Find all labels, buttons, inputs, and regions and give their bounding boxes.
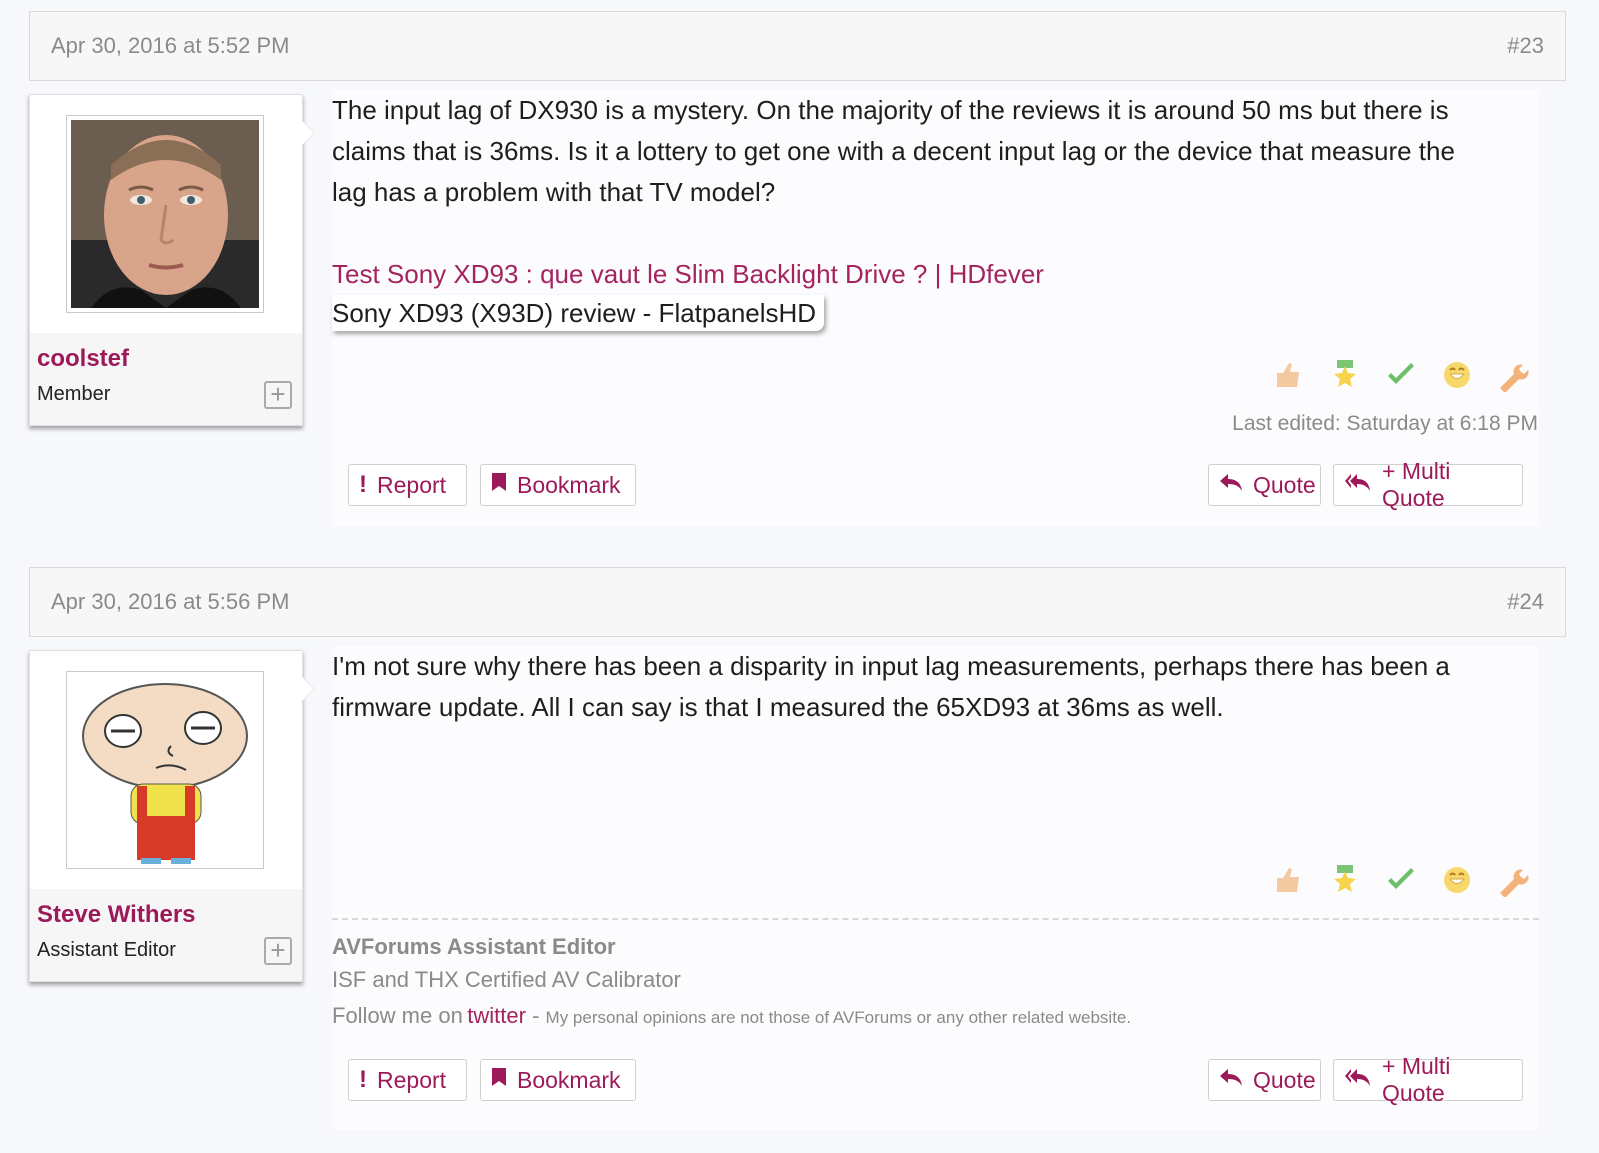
thumbs-up-icon[interactable] xyxy=(1271,357,1307,393)
signature-line: ISF and THX Certified AV Calibrator xyxy=(332,967,681,992)
report-button[interactable]: ! Report xyxy=(348,1059,467,1101)
report-label: Report xyxy=(377,471,447,498)
follow-prefix: Follow me on xyxy=(332,1003,463,1028)
bookmark-icon xyxy=(491,471,507,499)
quote-label: Quote xyxy=(1253,471,1316,498)
hdfever-link[interactable]: Test Sony XD93 : que vaut le Slim Backli… xyxy=(332,254,1539,295)
multi-quote-label: + Multi Quote xyxy=(1382,1053,1451,1106)
expand-user-button[interactable]: + xyxy=(264,381,292,409)
checkmark-icon[interactable] xyxy=(1383,862,1419,898)
wrench-icon[interactable] xyxy=(1495,862,1531,898)
checkmark-icon[interactable] xyxy=(1383,357,1419,393)
message-line: I'm not sure why there has been a dispar… xyxy=(332,651,1450,681)
message-line: lag has a problem with that TV model? xyxy=(332,177,776,207)
reaction-bar xyxy=(1271,862,1531,898)
bookmark-icon xyxy=(491,1066,507,1094)
reaction-bar xyxy=(1271,357,1531,393)
report-button[interactable]: ! Report xyxy=(348,464,467,506)
flatpanelshd-link[interactable]: Sony XD93 (X93D) review - FlatpanelsHD xyxy=(332,295,825,331)
follow-dash: - xyxy=(525,1003,546,1028)
bookmark-label: Bookmark xyxy=(517,471,621,498)
post-date[interactable]: Apr 30, 2016 at 5:56 PM xyxy=(51,589,290,615)
card-notch xyxy=(302,121,314,145)
last-edited: Last edited: Saturday at 6:18 PM xyxy=(1232,412,1538,435)
signature: AVForums Assistant Editor ISF and THX Ce… xyxy=(332,932,1539,1037)
quote-button[interactable]: Quote xyxy=(1208,1059,1321,1101)
post-number[interactable]: #23 xyxy=(1507,33,1544,59)
multi-quote-button[interactable]: + Multi Quote xyxy=(1333,458,1523,511)
card-notch xyxy=(302,677,314,701)
user-meta: Steve Withers Assistant Editor + xyxy=(30,889,302,981)
expand-user-button[interactable]: + xyxy=(264,937,292,965)
cartoon-avatar-image xyxy=(71,676,259,864)
report-label: Report xyxy=(377,1066,447,1093)
signature-separator xyxy=(332,918,1539,920)
portrait-avatar-image xyxy=(71,120,259,308)
smile-icon[interactable] xyxy=(1439,862,1475,898)
bookmark-button[interactable]: Bookmark xyxy=(480,464,636,506)
reply-icon xyxy=(1219,1066,1243,1094)
reply-all-icon xyxy=(1344,471,1372,499)
quote-label: Quote xyxy=(1253,1066,1316,1093)
reply-icon xyxy=(1219,471,1243,499)
user-title: Assistant Editor xyxy=(37,939,176,961)
exclamation-icon: ! xyxy=(359,471,367,498)
multi-quote-button[interactable]: + Multi Quote xyxy=(1333,1053,1523,1106)
smile-icon[interactable] xyxy=(1439,357,1475,393)
user-card: coolstef Member + xyxy=(29,94,314,426)
signature-title: AVForums Assistant Editor xyxy=(332,934,616,959)
message-line: claims that is 36ms. Is it a lottery to … xyxy=(332,136,1455,166)
avatar[interactable] xyxy=(66,671,264,869)
post-number[interactable]: #24 xyxy=(1507,589,1544,615)
wrench-icon[interactable] xyxy=(1495,357,1531,393)
username[interactable]: Steve Withers xyxy=(37,901,196,929)
multi-quote-label: + Multi Quote xyxy=(1382,458,1451,511)
star-award-icon[interactable] xyxy=(1327,862,1363,898)
user-card: Steve Withers Assistant Editor + xyxy=(29,650,314,982)
star-award-icon[interactable] xyxy=(1327,357,1363,393)
disclaimer-text: My personal opinions are not those of AV… xyxy=(545,1008,1132,1027)
message-line: The input lag of DX930 is a mystery. On … xyxy=(332,95,1449,125)
avatar[interactable] xyxy=(66,115,264,313)
message-body: The input lag of DX930 is a mystery. On … xyxy=(332,90,1539,526)
signature-follow: Follow me on twitter - My personal opini… xyxy=(332,998,1539,1037)
thumbs-up-icon[interactable] xyxy=(1271,862,1307,898)
user-meta: coolstef Member + xyxy=(30,333,302,425)
post-header: Apr 30, 2016 at 5:52 PM #23 xyxy=(29,11,1566,81)
message-line: firmware update. All I can say is that I… xyxy=(332,692,1224,722)
quote-button[interactable]: Quote xyxy=(1208,464,1321,506)
twitter-link[interactable]: twitter xyxy=(467,1003,526,1028)
bookmark-button[interactable]: Bookmark xyxy=(480,1059,636,1101)
post-date[interactable]: Apr 30, 2016 at 5:52 PM xyxy=(51,33,290,59)
username[interactable]: coolstef xyxy=(37,345,129,373)
bookmark-label: Bookmark xyxy=(517,1066,621,1093)
reply-all-icon xyxy=(1344,1066,1372,1094)
post-header: Apr 30, 2016 at 5:56 PM #24 xyxy=(29,567,1566,637)
user-title: Member xyxy=(37,383,111,405)
exclamation-icon: ! xyxy=(359,1066,367,1093)
